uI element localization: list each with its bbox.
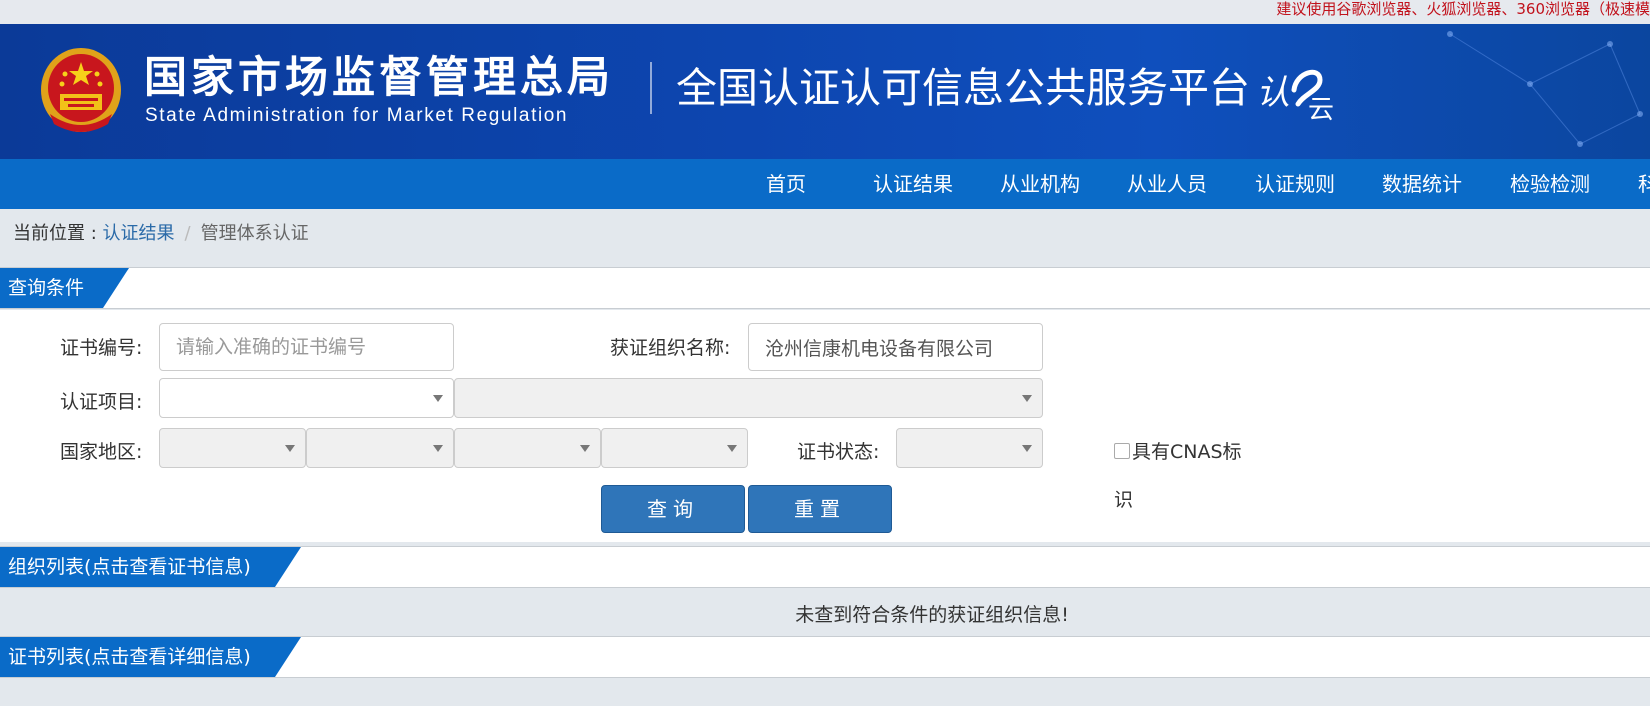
breadcrumb-prefix: 当前位置 : (13, 223, 103, 244)
notice-bar: 建议使用谷歌浏览器、火狐浏览器、360浏览器（极速模 (0, 0, 1650, 24)
nav-item-cert-results[interactable]: 认证结果 (873, 159, 953, 209)
nav-item-institutions[interactable]: 从业机构 (1000, 159, 1080, 209)
svg-text:认: 认 (1256, 73, 1290, 113)
org-list-title: 组织列表(点击查看证书信息) (0, 547, 301, 587)
cnas-checkbox[interactable] (1114, 443, 1130, 459)
banner-divider (650, 62, 652, 114)
status-select[interactable] (896, 428, 1043, 468)
org-name-cn: 国家市场监督管理总局 (144, 53, 614, 103)
breadcrumb-current: 管理体系认证 (200, 223, 309, 244)
region-label: 国家地区: (60, 441, 143, 463)
chevron-down-icon (433, 395, 443, 402)
chevron-down-icon (727, 445, 737, 452)
region-select-district[interactable] (601, 428, 748, 468)
chevron-down-icon (285, 445, 295, 452)
breadcrumb: 当前位置 : 认证结果 / 管理体系认证 (13, 222, 309, 246)
nav-item-cert-rules[interactable]: 认证规则 (1255, 159, 1335, 209)
nav-item-personnel[interactable]: 从业人员 (1127, 159, 1207, 209)
cert-list-header: 证书列表(点击查看详细信息) (0, 636, 1650, 678)
cnas-option: 具有CNAS标 识 (1114, 440, 1254, 511)
chevron-down-icon (580, 445, 590, 452)
region-select-country[interactable] (159, 428, 306, 468)
status-label: 证书状态: (797, 441, 880, 463)
cert-no-label: 证书编号: (60, 337, 143, 359)
header-banner: 国家市场监督管理总局 State Administration for Mark… (0, 24, 1650, 159)
cert-no-input[interactable] (159, 323, 454, 371)
query-section-header: 查询条件 (0, 267, 1650, 309)
nav-item-truncated[interactable]: 科 (1638, 159, 1650, 209)
breadcrumb-separator: / (184, 223, 191, 244)
org-name-en: State Administration for Market Regulati… (145, 105, 569, 126)
reset-button[interactable]: 重置 (748, 485, 892, 533)
org-name-label: 获证组织名称: (610, 337, 731, 359)
project-sub-select[interactable] (454, 378, 1043, 418)
svg-text:云: 云 (1308, 95, 1334, 122)
main-nav: 首页 认证结果 从业机构 从业人员 认证规则 数据统计 检验检测 科 (0, 159, 1650, 209)
nav-item-inspection[interactable]: 检验检测 (1510, 159, 1590, 209)
project-label: 认证项目: (60, 391, 143, 413)
org-name-input[interactable] (748, 323, 1043, 371)
nav-item-statistics[interactable]: 数据统计 (1382, 159, 1462, 209)
national-emblem-icon (41, 48, 121, 132)
renyun-logo: 认 云 (1256, 69, 1334, 122)
query-section-title: 查询条件 (0, 268, 129, 308)
region-select-province[interactable] (306, 428, 454, 468)
project-select[interactable] (159, 378, 454, 418)
org-list-empty-message: 未查到符合条件的获证组织信息! (795, 604, 1069, 626)
chevron-down-icon (433, 445, 443, 452)
network-decoration (1447, 31, 1643, 147)
platform-title: 全国认证认可信息公共服务平台 (676, 64, 1250, 112)
region-select-city[interactable] (454, 428, 601, 468)
chevron-down-icon (1022, 395, 1032, 402)
browser-notice: 建议使用谷歌浏览器、火狐浏览器、360浏览器（极速模 (1276, 0, 1650, 18)
chevron-down-icon (1022, 445, 1032, 452)
breadcrumb-link-cert-results[interactable]: 认证结果 (103, 223, 175, 244)
cnas-label-wrap: 识 (1114, 489, 1134, 511)
org-list-header: 组织列表(点击查看证书信息) (0, 546, 1650, 588)
cnas-label: 具有CNAS标 (1132, 441, 1242, 463)
nav-item-home[interactable]: 首页 (766, 159, 806, 209)
bottom-strip (0, 680, 1650, 706)
cert-list-title: 证书列表(点击查看详细信息) (0, 637, 301, 677)
search-button[interactable]: 查询 (601, 485, 745, 533)
